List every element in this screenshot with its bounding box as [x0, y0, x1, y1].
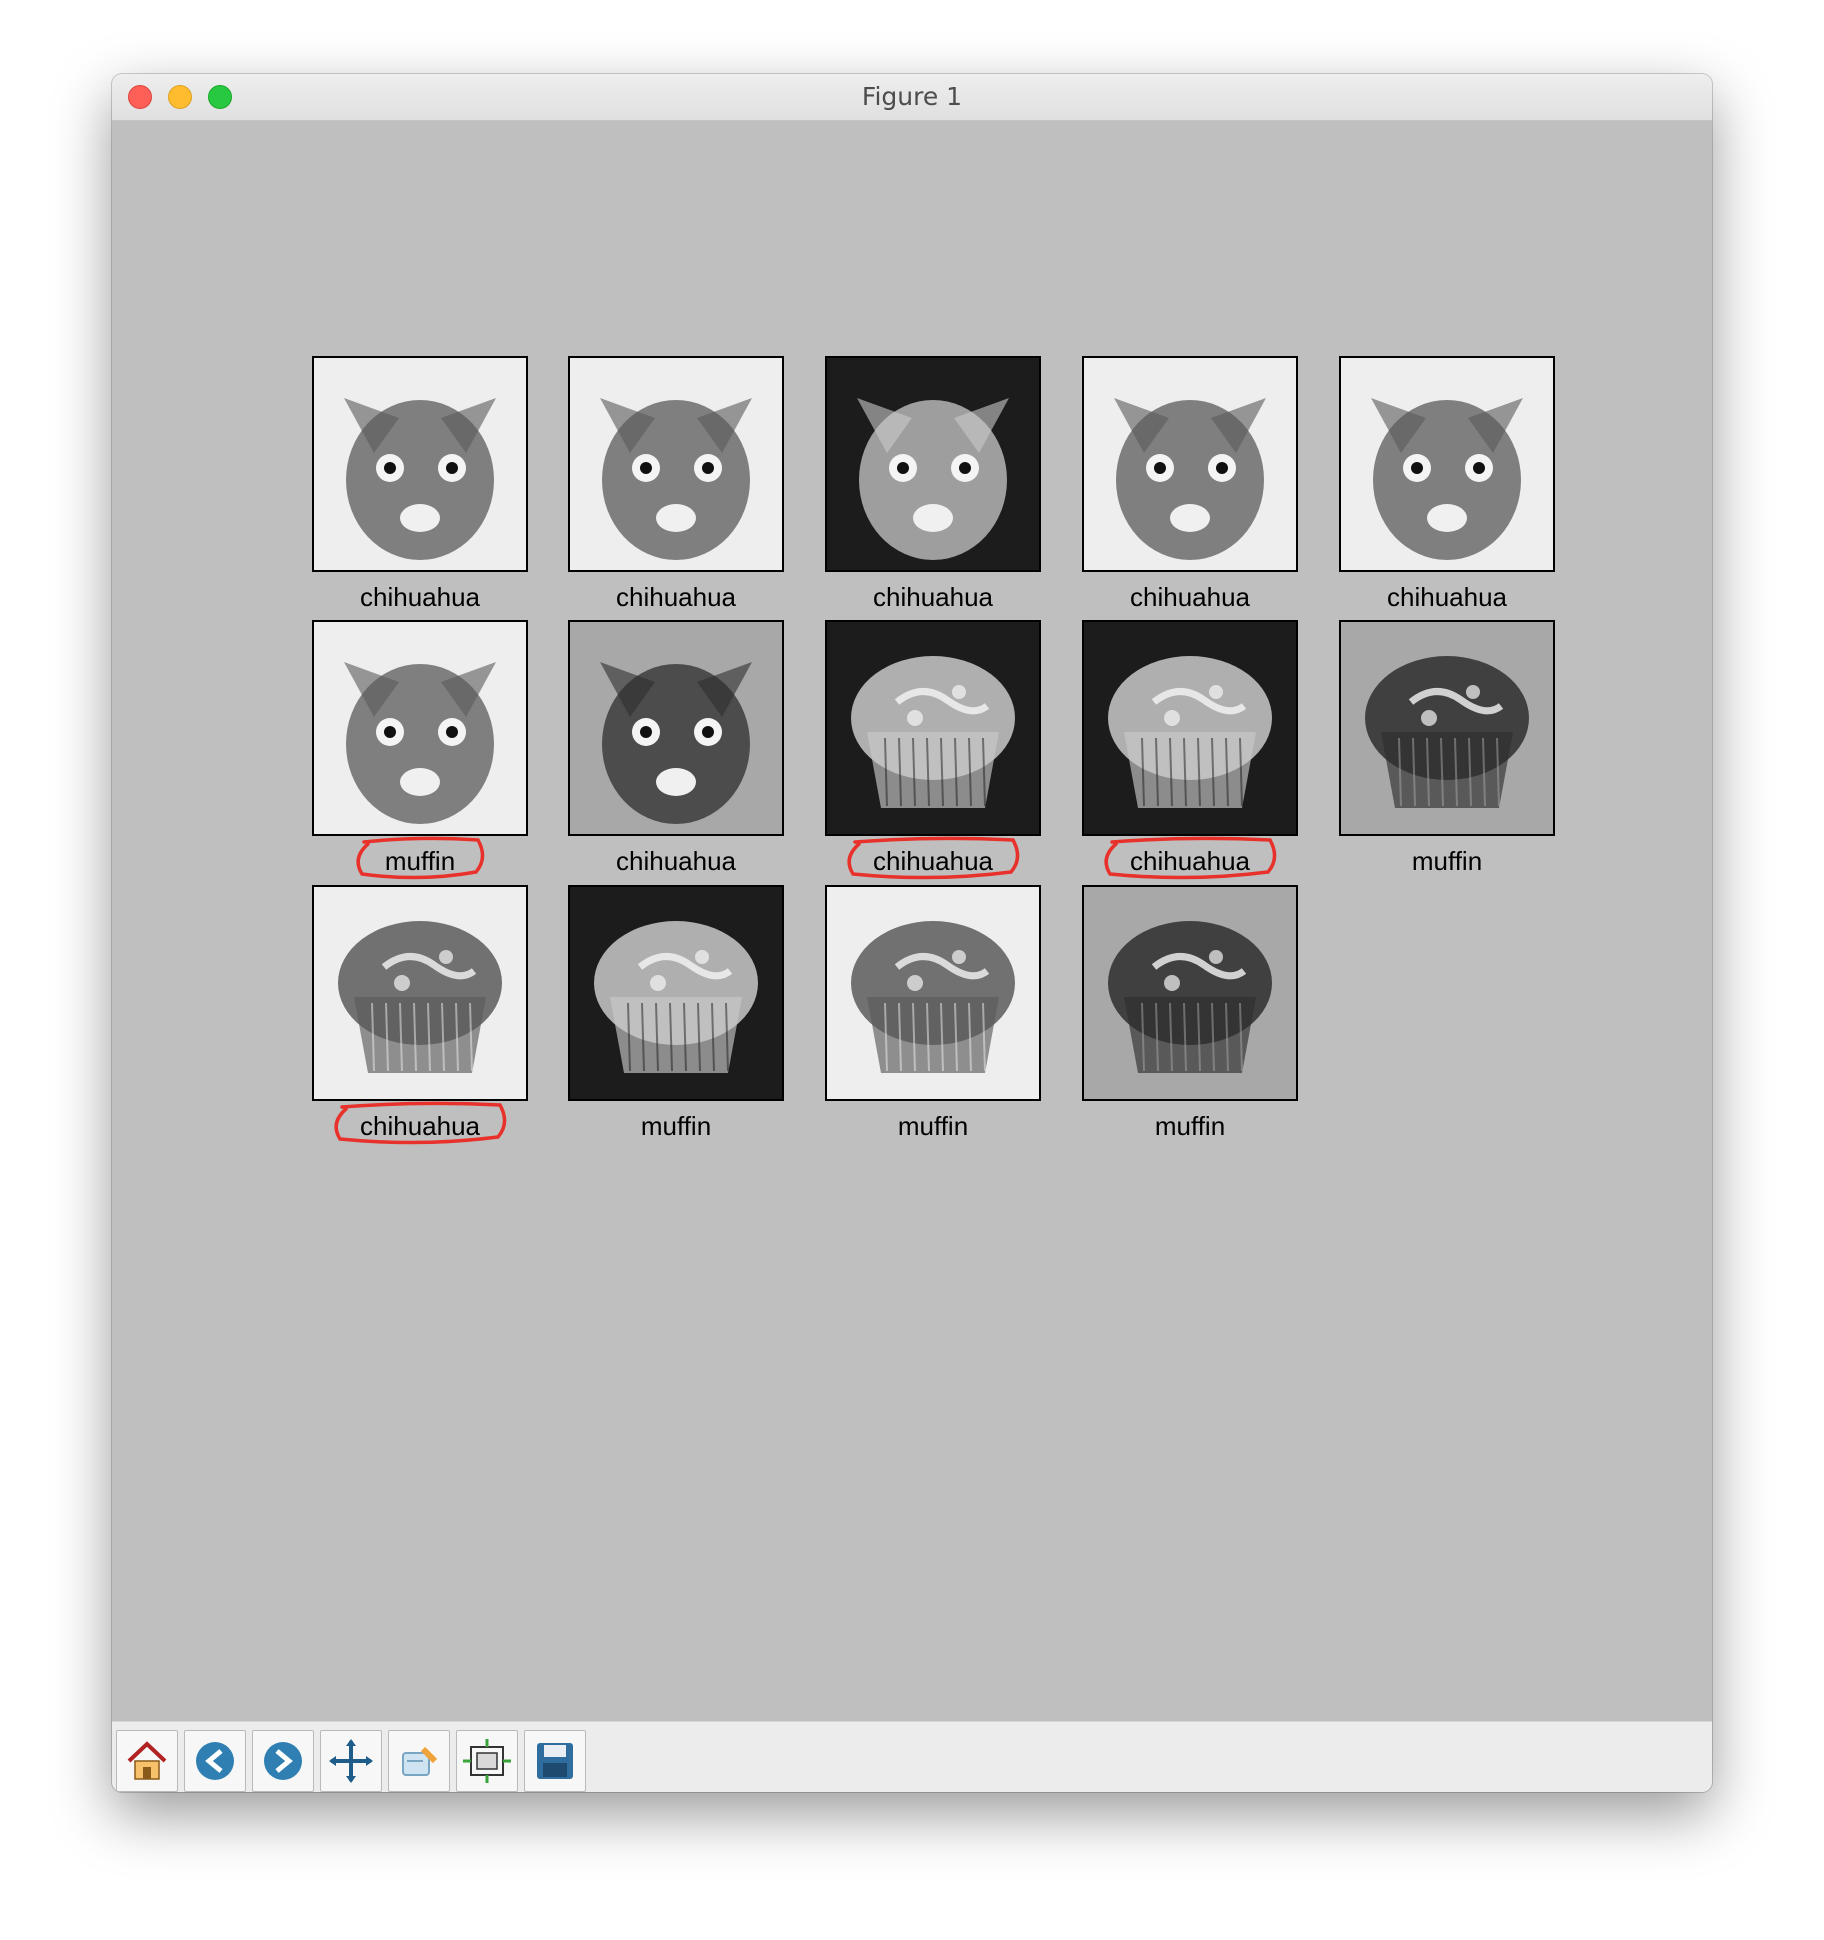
chihuahua-face-front-image [570, 622, 782, 834]
prediction-label: chihuahua [873, 582, 993, 612]
image-tile: chihuahua [312, 356, 528, 612]
sample-image [825, 885, 1041, 1101]
sample-image [312, 356, 528, 572]
sample-image [825, 620, 1041, 836]
save-icon [537, 1743, 573, 1779]
image-tile: chihuahua [1339, 356, 1555, 612]
figure-canvas[interactable]: chihuahua chihuahua chihuahua chihuahua chih… [112, 121, 1712, 1721]
back-button[interactable] [184, 1730, 246, 1792]
title-bar[interactable]: Figure 1 [112, 74, 1712, 121]
pan-icon [329, 1739, 373, 1783]
navigation-toolbar [112, 1721, 1712, 1792]
back-arrow-icon [196, 1742, 234, 1780]
sample-image [312, 620, 528, 836]
sample-image [568, 885, 784, 1101]
sample-image [1339, 620, 1555, 836]
muffin-top-image [1084, 622, 1296, 834]
window-title: Figure 1 [861, 82, 963, 111]
chihuahua-sleeping-image [1341, 358, 1553, 570]
prediction-label: chihuahua [360, 1111, 480, 1141]
chihuahua-profile-image [1084, 358, 1296, 570]
prediction-label: chihuahua [1130, 846, 1250, 876]
prediction-label: chihuahua [616, 846, 736, 876]
chihuahua-with-toy-image [314, 622, 526, 834]
chihuahua-face-image [314, 358, 526, 570]
image-tile: muffin [312, 620, 528, 876]
sample-image [312, 885, 528, 1101]
image-tile: muffin [568, 885, 784, 1141]
sample-image [1339, 356, 1555, 572]
forward-button[interactable] [252, 1730, 314, 1792]
muffin-top-image [827, 887, 1039, 1099]
muffin-tray-image [314, 887, 526, 1099]
image-tile: muffin [1339, 620, 1555, 876]
chihuahua-nose-image [827, 358, 1039, 570]
prediction-label: chihuahua [616, 582, 736, 612]
image-tile: chihuahua [1082, 620, 1298, 876]
image-tile: chihuahua [568, 620, 784, 876]
muffin-side-image [827, 622, 1039, 834]
image-tile: muffin [825, 885, 1041, 1141]
prediction-label: muffin [640, 1111, 712, 1141]
image-tile: chihuahua [1082, 356, 1298, 612]
figure-window: Figure 1 chihuahua chihuahua chihuahua chih… [112, 74, 1712, 1792]
subplots-icon [463, 1739, 511, 1783]
chihuahua-face-closeup-image [570, 358, 782, 570]
prediction-label: muffin [1154, 1111, 1226, 1141]
image-tile: chihuahua [825, 356, 1041, 612]
prediction-label: muffin [384, 846, 456, 876]
prediction-label: muffin [897, 1111, 969, 1141]
prediction-label: chihuahua [1387, 582, 1507, 612]
zoom-icon [402, 1746, 438, 1776]
muffin-side-image [570, 887, 782, 1099]
sample-image [1082, 620, 1298, 836]
pan-button[interactable] [320, 1730, 382, 1792]
sample-image [568, 356, 784, 572]
home-button[interactable] [116, 1730, 178, 1792]
home-icon [127, 1741, 167, 1780]
muffin-side-image [1084, 887, 1296, 1099]
prediction-label: chihuahua [873, 846, 993, 876]
image-tile: chihuahua [312, 885, 528, 1141]
sample-image [568, 620, 784, 836]
sample-image [1082, 885, 1298, 1101]
zoom-button[interactable] [388, 1730, 450, 1792]
prediction-label: chihuahua [360, 582, 480, 612]
save-button[interactable] [524, 1730, 586, 1792]
forward-arrow-icon [264, 1742, 302, 1780]
image-tile: muffin [1082, 885, 1298, 1141]
image-tile: chihuahua [568, 356, 784, 612]
prediction-label: chihuahua [1130, 582, 1250, 612]
image-grid: chihuahua chihuahua chihuahua chihuahua chih… [112, 121, 1712, 1721]
prediction-label: muffin [1411, 846, 1483, 876]
configure-subplots-button[interactable] [456, 1730, 518, 1792]
muffin-top-round-image [1341, 622, 1553, 834]
sample-image [1082, 356, 1298, 572]
sample-image [825, 356, 1041, 572]
image-tile: chihuahua [825, 620, 1041, 876]
